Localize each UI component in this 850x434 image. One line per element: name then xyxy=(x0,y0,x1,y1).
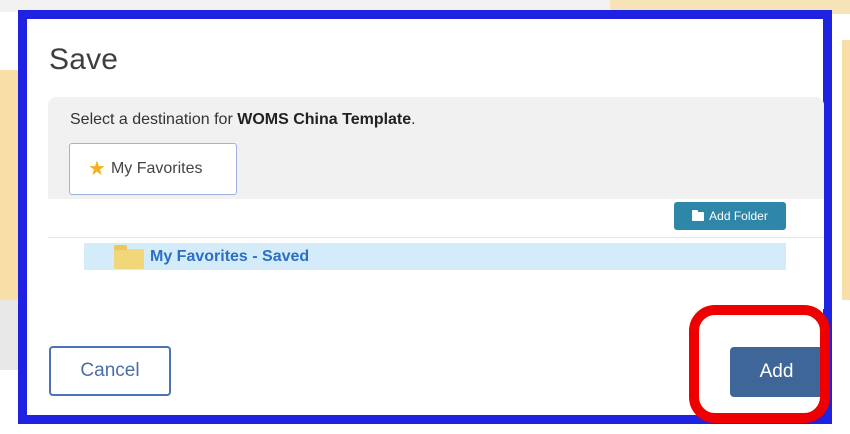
tree-item-label: My Favorites - Saved xyxy=(150,247,310,265)
destination-panel: Select a destination for WOMS China Temp… xyxy=(48,97,824,199)
dialog-title: Save xyxy=(49,43,119,76)
save-dialog: Save Select a destination for WOMS China… xyxy=(18,10,832,424)
background-panel-right xyxy=(842,40,850,300)
destination-suffix: . xyxy=(411,111,416,128)
folder-tree: Add Folder My Favorites - Saved xyxy=(48,199,824,309)
folder-icon xyxy=(692,209,705,221)
add-button[interactable]: Add xyxy=(730,347,823,397)
add-folder-label: Add Folder xyxy=(709,209,768,223)
template-name: WOMS China Template xyxy=(237,111,412,128)
star-icon: ★ xyxy=(88,158,106,180)
folder-icon xyxy=(114,244,144,269)
divider xyxy=(48,237,824,238)
add-folder-button[interactable]: Add Folder xyxy=(674,202,786,230)
tree-item-my-favorites-saved[interactable]: My Favorites - Saved xyxy=(84,243,786,270)
cancel-button[interactable]: Cancel xyxy=(49,346,171,396)
destination-prefix: Select a destination for xyxy=(70,111,238,128)
destination-instruction: Select a destination for WOMS China Temp… xyxy=(70,111,416,129)
tab-my-favorites-label: My Favorites xyxy=(110,160,203,177)
tab-my-favorites[interactable]: ★ My Favorites xyxy=(69,143,237,195)
